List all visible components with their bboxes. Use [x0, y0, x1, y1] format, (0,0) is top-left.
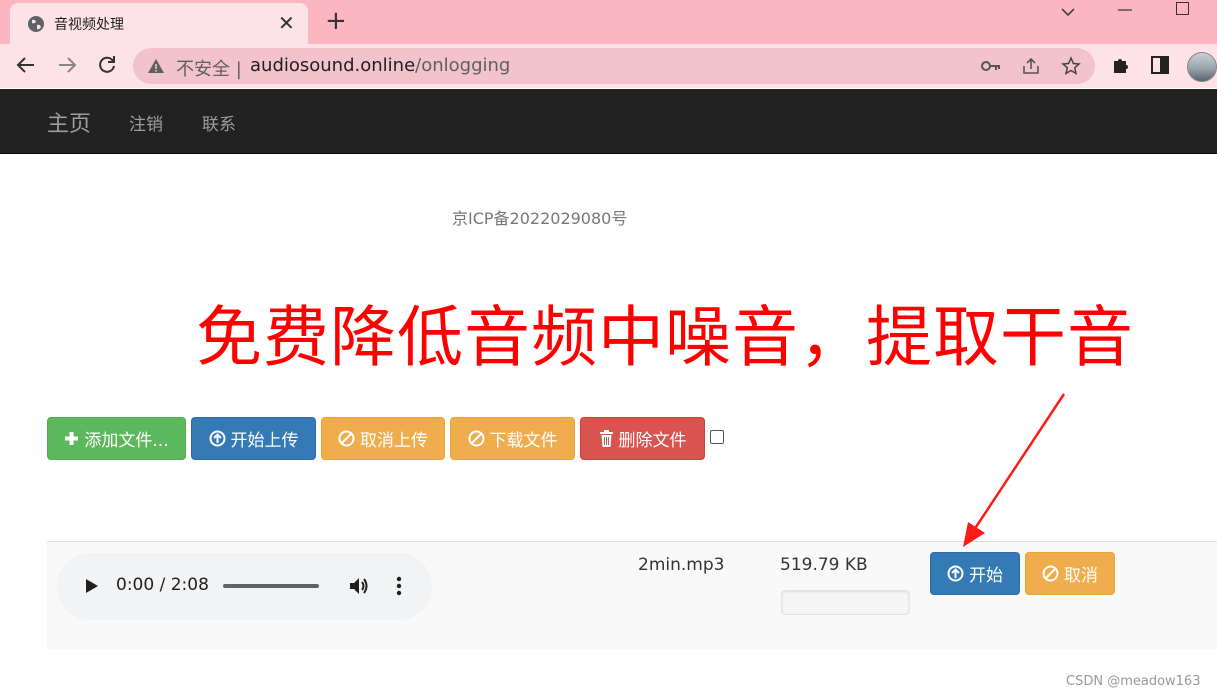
- select-all-checkbox[interactable]: [710, 430, 724, 444]
- address-bar[interactable]: 不安全 | audiosound.online/onlogging: [133, 48, 1095, 84]
- cancel-upload-button[interactable]: 取消上传: [321, 417, 445, 460]
- url-host: audiosound.online: [250, 55, 416, 76]
- warning-icon[interactable]: [147, 57, 165, 75]
- share-icon[interactable]: [1021, 57, 1041, 75]
- forward-arrow-icon[interactable]: [57, 55, 77, 75]
- url-text[interactable]: audiosound.online/onlogging: [250, 55, 510, 76]
- security-label: 不安全 |: [176, 59, 242, 80]
- audio-time: 0:00 / 2:08: [116, 575, 209, 595]
- download-files-button[interactable]: 下载文件: [450, 417, 575, 460]
- url-path: /onlogging: [415, 55, 511, 76]
- cancel-upload-label: 取消上传: [360, 431, 428, 451]
- play-icon[interactable]: [85, 578, 99, 594]
- minimize-icon[interactable]: [1118, 8, 1132, 12]
- cancel-file-button[interactable]: 取消: [1025, 552, 1115, 595]
- plus-icon: [65, 432, 79, 445]
- delete-files-button[interactable]: 删除文件: [580, 417, 705, 460]
- url-separator: |: [235, 59, 242, 80]
- watermark: CSDN @meadow163: [1066, 674, 1201, 689]
- add-files-label: 添加文件...: [84, 431, 169, 451]
- upload-circle-icon: [209, 430, 225, 447]
- navbar-brand-home[interactable]: 主页: [47, 106, 91, 138]
- ban-circle-icon: [1042, 565, 1059, 582]
- cancel-file-label: 取消: [1064, 566, 1098, 586]
- start-upload-label: 开始上传: [230, 431, 299, 451]
- key-icon[interactable]: [981, 58, 1001, 74]
- bookmark-star-icon[interactable]: [1061, 56, 1081, 76]
- start-file-button[interactable]: 开始: [930, 552, 1020, 595]
- trash-icon: [599, 430, 613, 447]
- upload-circle-icon: [947, 565, 964, 582]
- ban-circle-icon: [468, 430, 484, 447]
- tab-search-icon[interactable]: [1060, 6, 1076, 18]
- icp-registration: 京ICP备2022029080号: [452, 209, 628, 228]
- download-files-label: 下载文件: [489, 431, 558, 451]
- volume-icon[interactable]: [348, 575, 370, 597]
- new-tab-button[interactable]: +: [325, 6, 347, 36]
- site-navbar: 主页 注销 联系: [0, 89, 1217, 154]
- start-upload-button[interactable]: 开始上传: [191, 417, 316, 460]
- globe-icon: [28, 16, 44, 32]
- maximize-icon[interactable]: [1176, 2, 1189, 15]
- reload-icon[interactable]: [97, 55, 117, 75]
- back-arrow-icon[interactable]: [16, 55, 36, 75]
- upload-progress-bar: [781, 590, 910, 615]
- add-files-button[interactable]: 添加文件...: [47, 417, 186, 460]
- page-headline: 免费降低音频中噪音，提取干音: [196, 299, 1134, 376]
- delete-files-label: 删除文件: [618, 431, 687, 451]
- browser-toolbar: 不安全 | audiosound.online/onlogging: [0, 44, 1217, 88]
- file-name: 2min.mp3: [638, 555, 725, 575]
- browser-tab[interactable]: 音视频处理 ✕: [10, 3, 308, 44]
- side-panel-icon[interactable]: [1151, 56, 1169, 74]
- nav-link-contact[interactable]: 联系: [202, 110, 236, 135]
- profile-avatar[interactable]: [1187, 52, 1217, 82]
- tab-title: 音视频处理: [54, 17, 124, 33]
- extensions-puzzle-icon[interactable]: [1111, 55, 1131, 75]
- browser-tabstrip: 音视频处理 ✕ +: [0, 0, 1217, 44]
- nav-link-logout[interactable]: 注销: [129, 110, 163, 135]
- tab-close-icon[interactable]: ✕: [278, 11, 295, 35]
- start-file-label: 开始: [969, 566, 1003, 586]
- audio-seek-bar[interactable]: [223, 584, 319, 588]
- file-size: 519.79 KB: [780, 555, 868, 575]
- audio-player[interactable]: 0:00 / 2:08: [57, 553, 432, 620]
- more-options-icon[interactable]: [396, 576, 402, 596]
- ban-circle-icon: [338, 430, 355, 447]
